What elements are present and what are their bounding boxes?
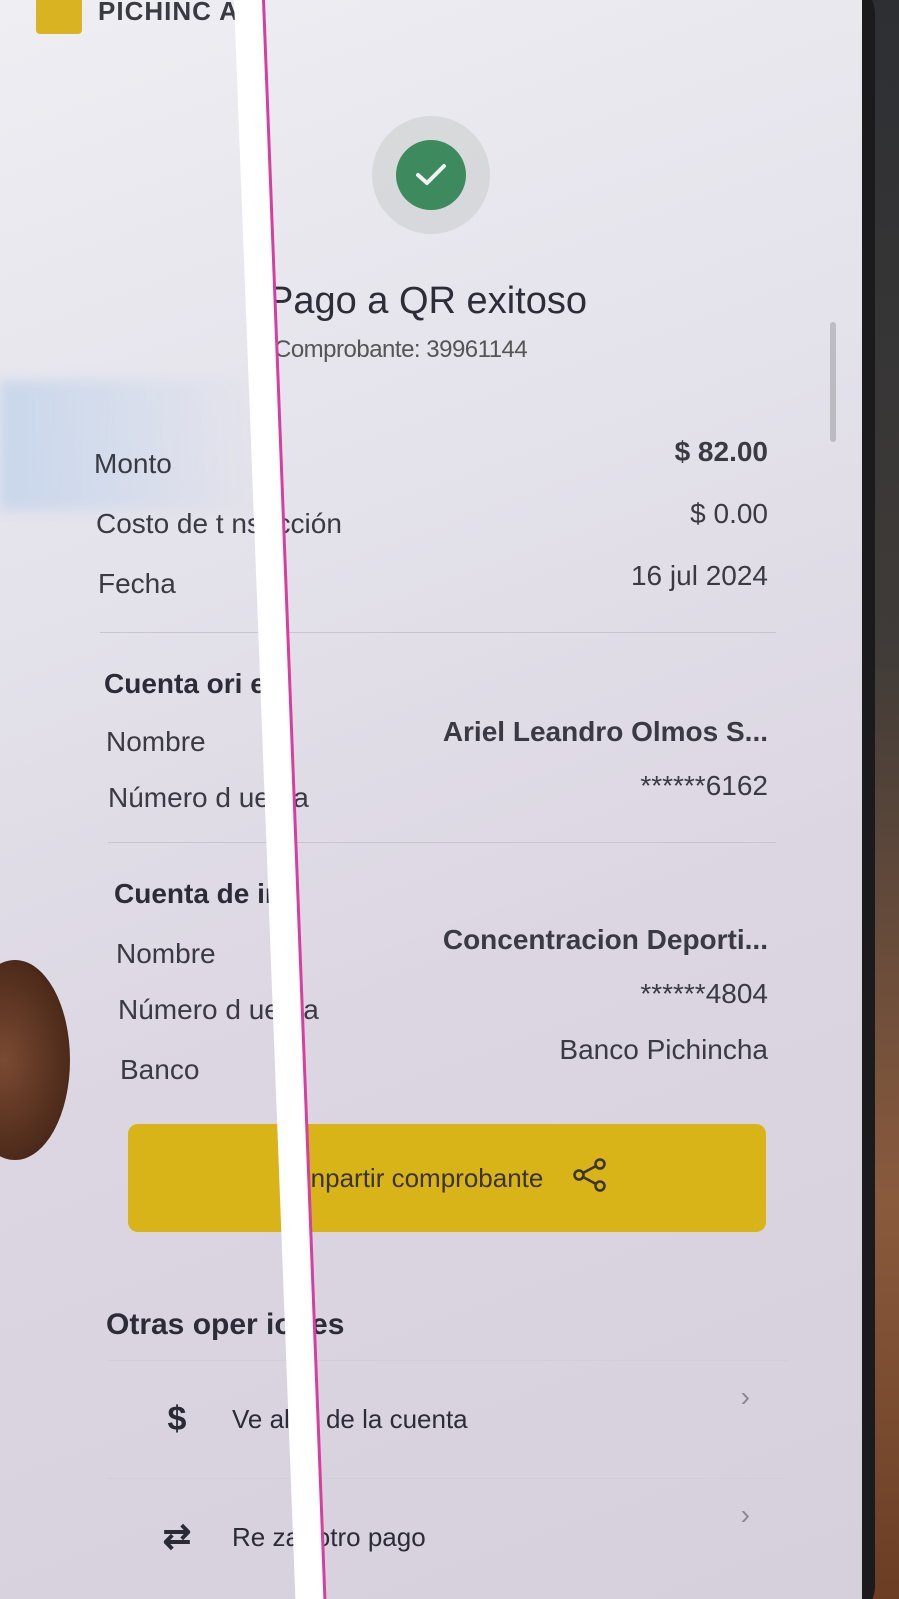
transfer-icon: ⇄	[162, 1518, 192, 1556]
amount-label: Monto	[94, 448, 172, 479]
origin-name-value: Ariel Leandro Olmos S...	[442, 716, 768, 747]
date-label: Fecha	[98, 568, 176, 599]
fee-value: $ 0.00	[690, 498, 768, 529]
share-voucher-label: C npartir comprobante	[284, 1162, 544, 1193]
brand-logo: PICHINC A	[36, 0, 239, 34]
destination-name-label: Nombre	[116, 938, 216, 969]
brand-logo-mark	[36, 0, 82, 34]
screen-glare	[0, 380, 260, 510]
chevron-right-icon: ›	[740, 1499, 750, 1530]
divider	[100, 632, 776, 633]
date-value: 16 jul 2024	[630, 560, 768, 591]
share-icon	[571, 1156, 609, 1201]
origin-name-label: Nombre	[106, 726, 206, 757]
voucher-number: Comprobante: 39961144	[274, 336, 528, 363]
origin-account-value: ******6162	[640, 770, 768, 801]
origin-title: Cuenta ori en	[104, 668, 283, 699]
amount-value: $ 82.00	[674, 436, 768, 467]
app-screen: PICHINC A Pago a QR exitoso Comprobante:…	[0, 0, 862, 1599]
op-make-payment[interactable]: ⇄ Re zar otro pago ›	[108, 1478, 788, 1595]
success-check-icon	[396, 140, 466, 210]
fee-label: Costo de t nsacción	[96, 508, 342, 539]
dollar-icon: $	[167, 1399, 187, 1438]
page-title: Pago a QR exitoso	[268, 280, 587, 322]
destination-bank-value: Banco Pichincha	[559, 1034, 768, 1065]
destination-bank-label: Banco	[120, 1054, 200, 1085]
op-make-payment-label: Re zar otro pago	[232, 1521, 426, 1552]
op-check-balance[interactable]: $ Ve aldo de la cuenta ›	[108, 1360, 788, 1477]
scrollbar[interactable]	[830, 322, 836, 442]
chevron-right-icon: ›	[740, 1381, 750, 1412]
brand-name: PICHINC A	[98, 0, 239, 26]
destination-name-value: Concentracion Deporti...	[442, 924, 768, 955]
divider	[108, 842, 776, 843]
op-check-balance-label: Ve aldo de la cuenta	[232, 1403, 468, 1434]
destination-account-value: ******4804	[640, 978, 768, 1009]
share-voucher-button[interactable]: C npartir comprobante	[128, 1124, 766, 1232]
